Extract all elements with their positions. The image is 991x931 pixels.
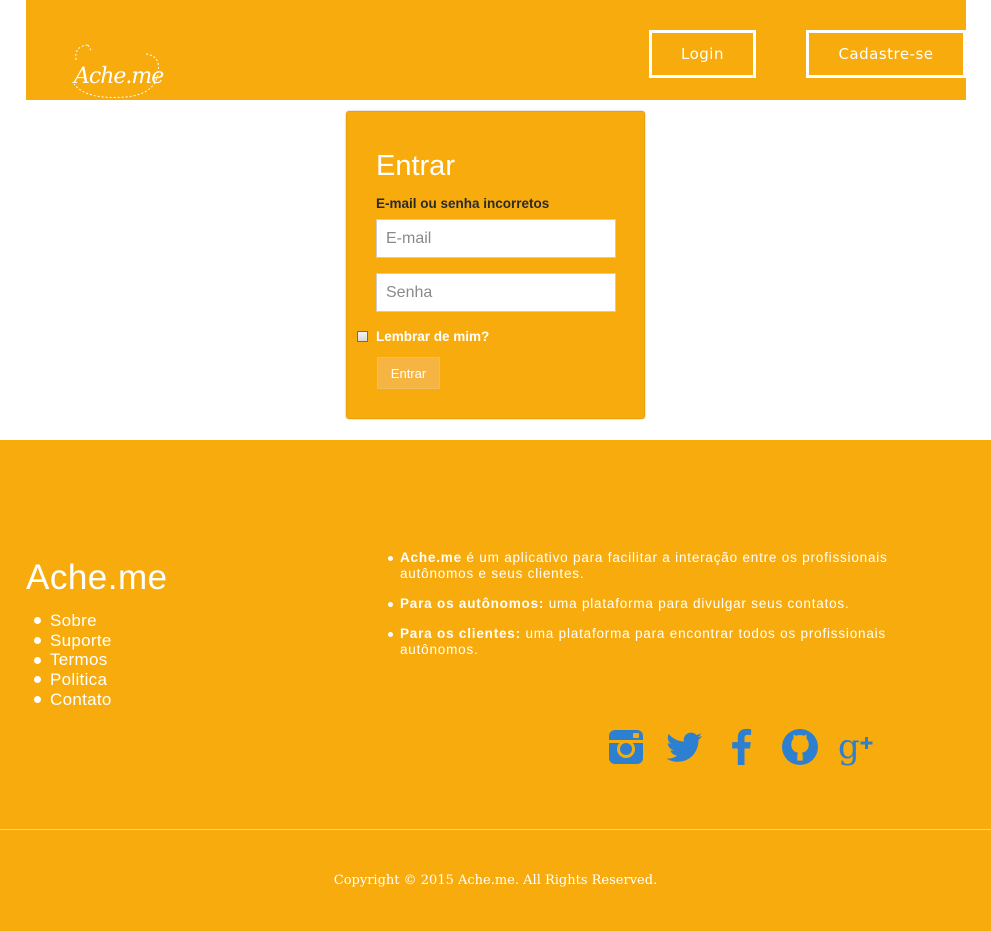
footer-links: Sobre Suporte Termos Politica Contato (34, 611, 112, 709)
about-item-text: é um aplicativo para facilitar a interaç… (400, 550, 888, 581)
footer-divider (0, 829, 991, 830)
about-item-strong: Para os clientes: (400, 626, 521, 641)
github-icon[interactable] (780, 727, 820, 767)
instagram-icon[interactable] (606, 727, 646, 767)
footer-link-item: Politica (34, 670, 112, 690)
about-item-strong: Para os autônomos: (400, 596, 545, 611)
login-form: Entrar E-mail ou senha incorretos Lembra… (346, 111, 645, 419)
footer-link-item: Sobre (34, 611, 112, 631)
footer-link-item: Termos (34, 650, 112, 670)
about-item-strong: Ache.me (400, 550, 462, 565)
logo-text: Ache.me (74, 64, 164, 89)
about-list: Ache.me é um aplicativo para facilitar a… (387, 550, 947, 672)
footer-link-contato[interactable]: Contato (50, 690, 112, 710)
login-submit-button[interactable]: Entrar (377, 357, 440, 389)
footer-link-item: Contato (34, 690, 112, 710)
login-title: Entrar (376, 150, 455, 182)
signup-button[interactable]: Cadastre-se (806, 30, 966, 78)
about-item: Ache.me é um aplicativo para facilitar a… (387, 550, 947, 582)
remember-me[interactable]: Lembrar de mim? (357, 329, 489, 344)
footer-link-politica[interactable]: Politica (50, 670, 107, 690)
footer-link-item: Suporte (34, 631, 112, 651)
login-button[interactable]: Login (649, 30, 756, 78)
footer-link-suporte[interactable]: Suporte (50, 631, 112, 651)
login-error-message: E-mail ou senha incorretos (376, 196, 550, 211)
svg-text:g: g (838, 727, 860, 767)
google-plus-icon[interactable]: g (838, 727, 878, 767)
twitter-icon[interactable] (664, 727, 704, 767)
email-field[interactable] (376, 219, 616, 258)
about-item: Para os clientes: uma plataforma para en… (387, 626, 947, 658)
footer-brand: Ache.me (26, 558, 168, 597)
facebook-icon[interactable] (722, 727, 762, 767)
site-header: Ache.me Login Cadastre-se (26, 0, 966, 100)
site-footer: Ache.me Sobre Suporte Termos Politica Co… (0, 440, 991, 931)
about-item: Para os autônomos: uma plataforma para d… (387, 596, 947, 612)
remember-me-checkbox[interactable] (357, 331, 368, 342)
remember-me-label[interactable]: Lembrar de mim? (376, 329, 489, 344)
logo[interactable]: Ache.me (66, 42, 166, 102)
copyright-text: Copyright © 2015 Ache.me. All Rights Res… (333, 873, 658, 888)
about-item-text: uma plataforma para divulgar seus contat… (544, 596, 850, 611)
footer-link-sobre[interactable]: Sobre (50, 611, 97, 631)
footer-link-termos[interactable]: Termos (50, 650, 108, 670)
password-field[interactable] (376, 273, 616, 312)
